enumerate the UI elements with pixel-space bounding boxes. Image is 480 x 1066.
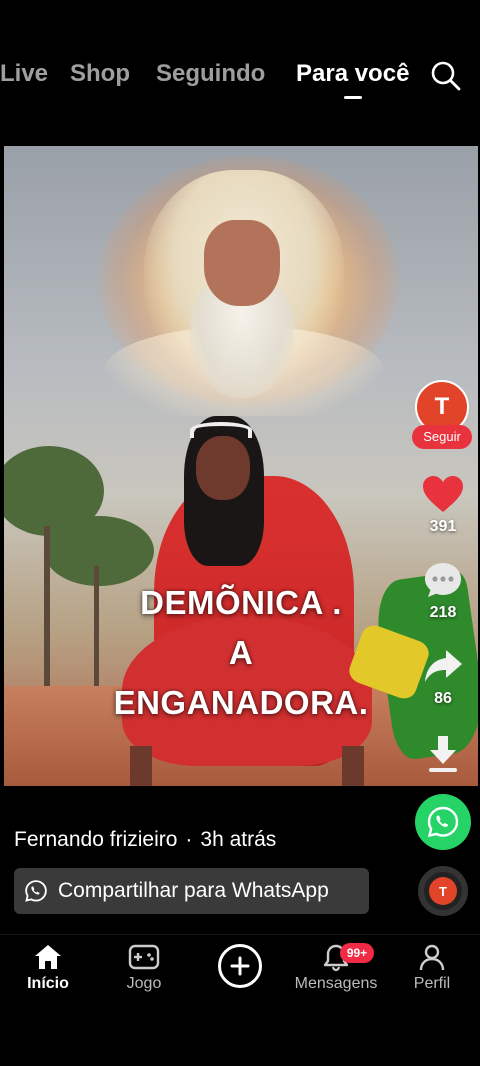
video-leg	[342, 746, 364, 786]
video-caption-line-3: ENGANADORA.	[113, 684, 369, 721]
whatsapp-icon	[427, 806, 459, 838]
author-line: Fernando frizieiro · 3h atrás	[14, 828, 276, 852]
whatsapp-share-floating-button[interactable]	[415, 794, 471, 850]
home-icon	[35, 945, 61, 969]
heart-icon	[423, 476, 463, 512]
download-icon	[429, 736, 457, 772]
post-time: 3h atrás	[200, 828, 277, 851]
nav-profile[interactable]: Perfil	[384, 943, 480, 993]
download-button[interactable]	[414, 734, 472, 774]
video-elder-face	[204, 220, 280, 306]
active-tab-indicator	[344, 96, 362, 99]
nav-messages-label: Mensagens	[294, 975, 378, 992]
nav-game[interactable]: Jogo	[96, 943, 192, 993]
tab-for-you[interactable]: Para você	[296, 60, 409, 88]
video-woman-legs	[122, 746, 372, 786]
separator-dot: ·	[185, 828, 193, 851]
nav-game-label: Jogo	[126, 975, 162, 992]
comment-icon	[425, 563, 461, 597]
video-player[interactable]: DEMÕNICA . A ENGANADORA.	[4, 146, 478, 786]
video-caption-line-2: A	[228, 634, 254, 671]
video-tree	[44, 516, 154, 586]
nav-home-label: Início	[27, 975, 69, 992]
tab-live[interactable]: Live	[0, 60, 48, 88]
follow-button[interactable]: Seguir	[412, 425, 472, 449]
creator-name[interactable]: Fernando frizieiro	[14, 828, 177, 851]
nav-messages[interactable]: 99+ Mensagens	[288, 943, 384, 993]
video-woman-headband	[190, 422, 252, 438]
music-disc[interactable]: T	[418, 866, 468, 916]
whatsapp-icon	[25, 880, 47, 902]
search-button[interactable]	[430, 60, 466, 96]
comment-button[interactable]: 218	[414, 560, 472, 622]
messages-badge: 99+	[340, 943, 374, 963]
nav-home[interactable]: Início	[0, 943, 96, 993]
share-to-whatsapp-button[interactable]: Compartilhar para WhatsApp	[14, 868, 369, 914]
video-woman-face	[196, 436, 250, 500]
tab-following[interactable]: Seguindo	[156, 60, 265, 88]
video-caption-line-1: DEMÕNICA .	[140, 584, 342, 621]
create-post-button[interactable]	[218, 944, 262, 988]
top-tab-bar: Live Shop Seguindo Para você	[0, 0, 480, 146]
nav-profile-label: Perfil	[413, 975, 451, 992]
search-icon	[431, 61, 461, 91]
share-arrow-icon	[425, 650, 462, 682]
game-controller-icon	[128, 944, 160, 970]
tab-shop[interactable]: Shop	[70, 60, 130, 88]
like-button[interactable]: 391	[414, 474, 472, 536]
plus-icon	[230, 956, 250, 976]
profile-icon	[419, 944, 445, 971]
music-disc-avatar: T	[429, 877, 457, 905]
share-to-whatsapp-label: Compartilhar para WhatsApp	[58, 879, 329, 902]
like-count: 391	[429, 518, 457, 535]
comment-count: 218	[429, 604, 457, 621]
video-leg	[130, 746, 152, 786]
share-count: 86	[434, 690, 452, 707]
share-button[interactable]: 86	[414, 646, 472, 708]
